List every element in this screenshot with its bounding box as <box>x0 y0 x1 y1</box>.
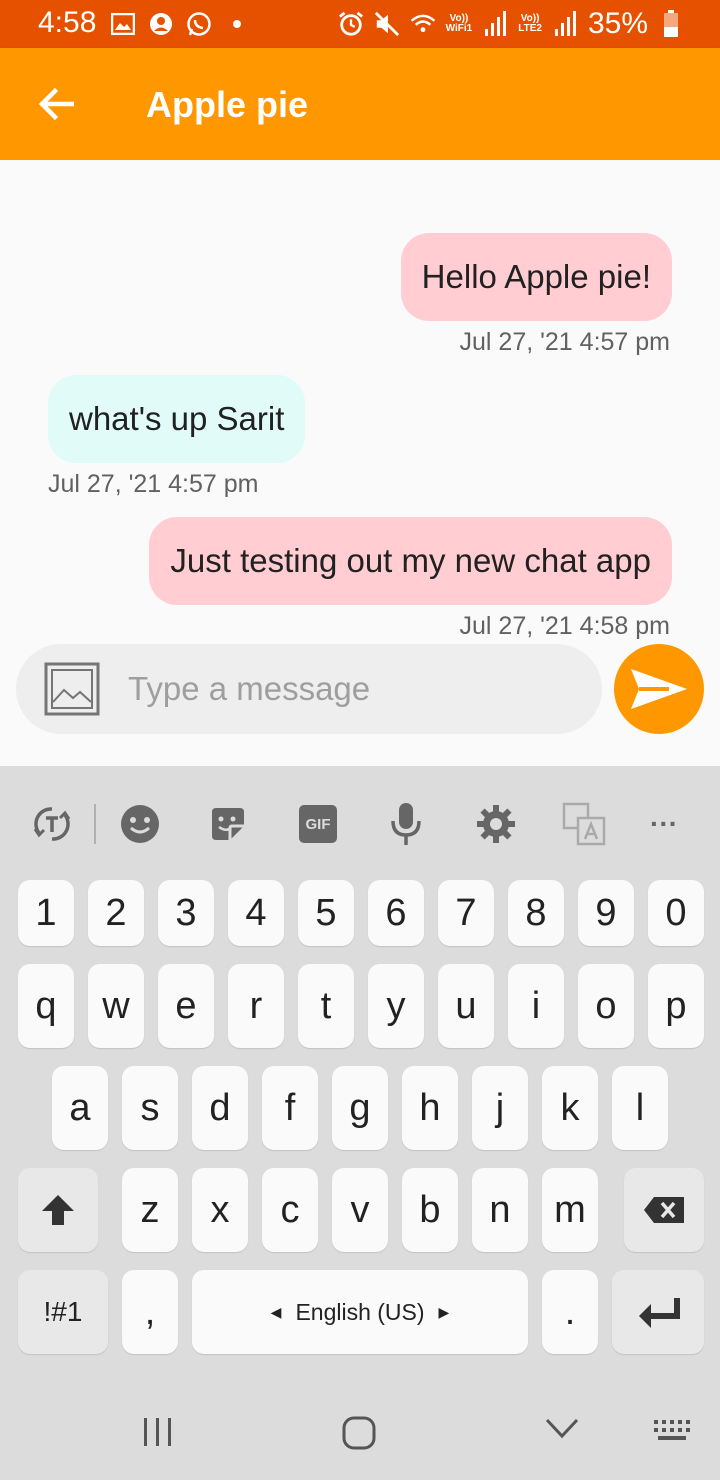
letter-key[interactable]: w <box>88 964 144 1048</box>
mute-icon <box>374 11 400 37</box>
letter-key[interactable]: j <box>472 1066 528 1150</box>
battery-icon <box>658 10 684 37</box>
letter-key[interactable]: i <box>508 964 564 1048</box>
more-icon[interactable]: ··· <box>640 800 688 848</box>
send-icon <box>631 669 687 709</box>
letter-key[interactable]: x <box>192 1168 248 1252</box>
message-bubble-outgoing[interactable]: Hello Apple pie! <box>400 233 672 321</box>
gallery-icon <box>110 11 136 37</box>
arrow-left-small-icon: ◀ <box>270 1303 282 1320</box>
toolbar-divider <box>94 804 96 844</box>
letter-key[interactable]: b <box>402 1168 458 1252</box>
gif-label: GIF <box>299 805 337 843</box>
letter-key[interactable]: s <box>122 1066 178 1150</box>
emoji-icon[interactable] <box>116 800 164 848</box>
alarm-icon <box>338 11 364 37</box>
notification-icons <box>110 8 250 40</box>
letter-key[interactable]: u <box>438 964 494 1048</box>
space-key[interactable]: ◀ English (US) ▶ <box>192 1270 528 1354</box>
arrow-left-icon <box>38 88 74 120</box>
number-key[interactable]: 2 <box>88 880 144 946</box>
message-timestamp: Jul 27, '21 4:58 pm <box>459 612 670 640</box>
number-key[interactable]: 0 <box>648 880 704 946</box>
translate-icon[interactable] <box>28 800 76 848</box>
letter-key[interactable]: p <box>648 964 704 1048</box>
keyboard-icon[interactable] <box>652 1416 692 1444</box>
image-icon <box>44 662 100 716</box>
comma-key[interactable]: , <box>122 1270 178 1354</box>
letter-key[interactable]: f <box>262 1066 318 1150</box>
symbols-key[interactable]: !#1 <box>18 1270 108 1354</box>
letter-key[interactable]: z <box>122 1168 178 1252</box>
letter-key[interactable]: g <box>332 1066 388 1150</box>
account-icon <box>148 11 174 37</box>
number-key[interactable]: 1 <box>18 880 74 946</box>
letter-key[interactable]: y <box>368 964 424 1048</box>
keyboard: GIF ··· !#1 , ◀ English (US) ▶ . 1 2 3 4… <box>0 766 720 1480</box>
status-bar: 4:58 Vo)) WiFi1 Vo)) LTE2 35% <box>0 0 720 48</box>
signal1-label: Vo)) WiFi1 <box>445 13 473 34</box>
message-timestamp: Jul 27, '21 4:57 pm <box>48 470 259 498</box>
wifi-icon <box>410 11 436 37</box>
signal-bars-icon <box>482 11 508 37</box>
message-timestamp: Jul 27, '21 4:57 pm <box>459 328 670 356</box>
enter-icon <box>639 1298 680 1328</box>
letter-key[interactable]: n <box>472 1168 528 1252</box>
letter-key[interactable]: c <box>262 1168 318 1252</box>
letter-key[interactable]: v <box>332 1168 388 1252</box>
message-bubble-outgoing[interactable]: Just testing out my new chat app <box>149 517 672 605</box>
whatsapp-icon <box>186 11 212 37</box>
space-label: English (US) <box>295 1298 425 1325</box>
translate-text-icon[interactable] <box>560 800 608 848</box>
letter-key[interactable]: m <box>542 1168 598 1252</box>
letter-key[interactable]: e <box>158 964 214 1048</box>
system-icons: Vo)) WiFi1 Vo)) LTE2 35% <box>338 6 684 42</box>
status-time: 4:58 <box>38 6 97 39</box>
recents-icon[interactable] <box>140 1416 176 1448</box>
home-icon[interactable] <box>342 1416 376 1450</box>
period-key[interactable]: . <box>542 1270 598 1354</box>
back-button[interactable] <box>30 78 82 130</box>
shift-icon <box>42 1195 74 1225</box>
gif-icon[interactable]: GIF <box>294 800 342 848</box>
mic-icon[interactable] <box>382 800 430 848</box>
send-button[interactable] <box>614 644 704 734</box>
backspace-icon <box>644 1197 684 1223</box>
page-title: Apple pie <box>146 84 309 125</box>
letter-key[interactable]: k <box>542 1066 598 1150</box>
letter-key[interactable]: r <box>228 964 284 1048</box>
attach-image-button[interactable] <box>44 662 100 716</box>
number-key[interactable]: 3 <box>158 880 214 946</box>
letter-key[interactable]: d <box>192 1066 248 1150</box>
letter-key[interactable]: q <box>18 964 74 1048</box>
dot-icon <box>224 11 250 37</box>
signal2-label: Vo)) LTE2 <box>518 13 542 34</box>
battery-percent: 35% <box>587 7 648 40</box>
message-bubble-incoming[interactable]: what's up Sarit <box>48 375 306 463</box>
backspace-key[interactable] <box>624 1168 704 1252</box>
number-key[interactable]: 8 <box>508 880 564 946</box>
number-key[interactable]: 9 <box>578 880 634 946</box>
back-chevron-icon[interactable] <box>544 1416 580 1440</box>
letter-key[interactable]: l <box>612 1066 668 1150</box>
keyboard-toolbar: GIF ··· <box>0 766 720 876</box>
message-input[interactable] <box>128 644 588 734</box>
navigation-bar <box>0 1386 720 1480</box>
message-composer <box>16 644 602 734</box>
enter-key[interactable] <box>612 1270 704 1354</box>
app-bar: Apple pie <box>0 48 720 160</box>
settings-icon[interactable] <box>472 800 520 848</box>
shift-key[interactable] <box>18 1168 98 1252</box>
sticker-icon[interactable] <box>204 800 252 848</box>
letter-key[interactable]: o <box>578 964 634 1048</box>
number-key[interactable]: 4 <box>228 880 284 946</box>
arrow-right-small-icon: ▶ <box>438 1303 450 1320</box>
letter-key[interactable]: h <box>402 1066 458 1150</box>
number-key[interactable]: 6 <box>368 880 424 946</box>
signal-bars-icon <box>552 11 578 37</box>
letter-key[interactable]: a <box>52 1066 108 1150</box>
number-key[interactable]: 5 <box>298 880 354 946</box>
number-key[interactable]: 7 <box>438 880 494 946</box>
letter-key[interactable]: t <box>298 964 354 1048</box>
